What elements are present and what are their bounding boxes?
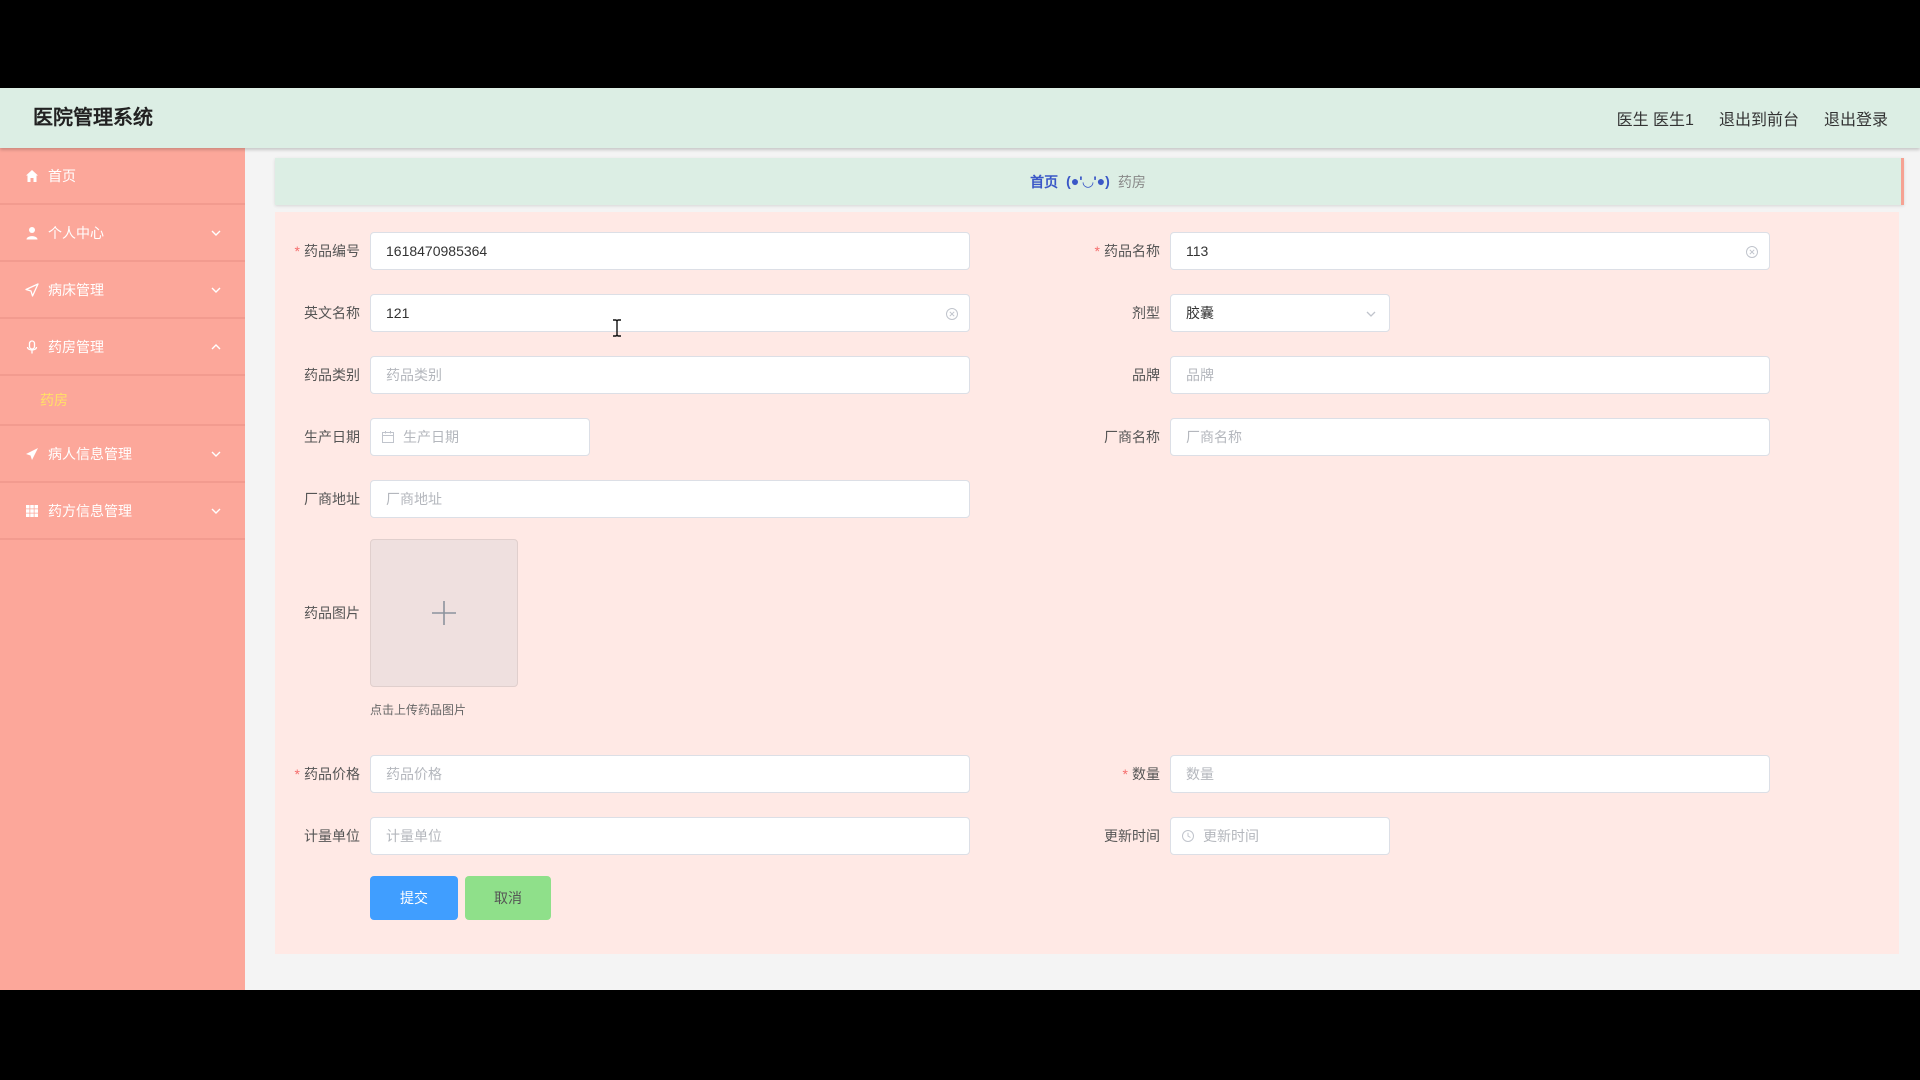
drug-image-label: 药品图片 bbox=[304, 605, 360, 621]
sidebar-item-label: 病床管理 bbox=[48, 281, 104, 298]
production-date-field: 生产日期 生产日期 bbox=[275, 418, 975, 456]
drug-code-field: * 药品编号 1618470985364 bbox=[275, 232, 975, 270]
unit-field: 计量单位 计量单位 bbox=[275, 817, 975, 855]
manufacturer-name-input[interactable]: 厂商名称 bbox=[1170, 418, 1770, 456]
send-icon bbox=[24, 282, 40, 298]
logout-link[interactable]: 退出登录 bbox=[1824, 106, 1888, 130]
manufacturer-address-input[interactable]: 厂商地址 bbox=[370, 480, 970, 518]
current-user-label: 医生 医生1 bbox=[1616, 112, 1694, 129]
manufacturer-name-label: 厂商名称 bbox=[1104, 429, 1160, 445]
breadcrumb: 首页 (●'◡'●) 药房 bbox=[275, 158, 1904, 205]
unit-label: 计量单位 bbox=[304, 828, 360, 844]
sidebar-item-label: 药房管理 bbox=[48, 338, 104, 355]
sidebar-item-patient-info[interactable]: 病人信息管理 bbox=[0, 426, 245, 483]
drug-category-label: 药品类别 bbox=[304, 367, 360, 383]
brand-field: 品牌 品牌 bbox=[1075, 356, 1875, 394]
paper-plane-icon bbox=[24, 446, 40, 462]
update-time-picker[interactable]: 更新时间 bbox=[1170, 817, 1390, 855]
top-header: 医院管理系统 医生 医生1 退出到前台 退出登录 bbox=[0, 88, 1920, 148]
calendar-icon bbox=[382, 431, 394, 443]
manufacturer-address-label: 厂商地址 bbox=[304, 491, 360, 507]
sidebar-item-label: 病人信息管理 bbox=[48, 445, 132, 462]
sidebar-item-home[interactable]: 首页 bbox=[0, 148, 245, 205]
main-content: 首页 (●'◡'●) 药房 * 药品编号 1618470985364 * 药品名称 … bbox=[245, 148, 1920, 990]
chevron-down-icon bbox=[1366, 311, 1376, 317]
dosage-form-field: 剂型 胶囊 bbox=[1075, 294, 1875, 332]
chevron-down-icon bbox=[211, 287, 221, 293]
sidebar-item-pharmacy-management[interactable]: 药房管理 bbox=[0, 319, 245, 376]
update-time-field: 更新时间 更新时间 bbox=[1075, 817, 1875, 855]
chevron-down-icon bbox=[211, 230, 221, 236]
chevron-down-icon bbox=[211, 508, 221, 514]
breadcrumb-separator: (●'◡'●) bbox=[1066, 173, 1110, 189]
sidebar-item-label: 首页 bbox=[48, 167, 76, 184]
microphone-icon bbox=[24, 339, 40, 355]
app-title: 医院管理系统 bbox=[33, 107, 153, 129]
drug-code-input[interactable]: 1618470985364 bbox=[370, 232, 970, 270]
drug-price-field: * 药品价格 药品价格 bbox=[275, 755, 975, 793]
drug-price-input[interactable]: 药品价格 bbox=[370, 755, 970, 793]
drug-name-input[interactable]: 113 bbox=[1170, 232, 1770, 270]
top-nav: 医生 医生1 退出到前台 退出登录 bbox=[1617, 88, 1888, 148]
dosage-form-label: 剂型 bbox=[1132, 305, 1160, 321]
cancel-button[interactable]: 取消 bbox=[465, 876, 551, 920]
sidebar-item-personal-center[interactable]: 个人中心 bbox=[0, 205, 245, 262]
sidebar-item-prescription-info[interactable]: 药方信息管理 bbox=[0, 483, 245, 540]
sidebar-item-label: 个人中心 bbox=[48, 224, 104, 241]
clear-icon[interactable] bbox=[945, 307, 959, 321]
production-date-label: 生产日期 bbox=[304, 429, 360, 445]
drug-form: * 药品编号 1618470985364 * 药品名称 113 英文名称 121 剂 bbox=[275, 212, 1899, 954]
update-time-label: 更新时间 bbox=[1104, 828, 1160, 844]
clear-icon[interactable] bbox=[1745, 245, 1759, 259]
drug-price-label: * 药品价格 bbox=[294, 766, 360, 782]
dosage-form-select[interactable]: 胶囊 bbox=[1170, 294, 1390, 332]
text-cursor-icon bbox=[613, 319, 621, 337]
home-icon bbox=[24, 168, 40, 184]
drug-code-label: * 药品编号 bbox=[294, 243, 360, 259]
drug-category-field: 药品类别 药品类别 bbox=[275, 356, 975, 394]
quantity-label: * 数量 bbox=[1122, 766, 1160, 782]
english-name-field: 英文名称 121 bbox=[275, 294, 975, 332]
english-name-label: 英文名称 bbox=[304, 305, 360, 321]
user-icon bbox=[24, 225, 40, 241]
breadcrumb-current: 药房 bbox=[1117, 173, 1146, 190]
production-date-picker[interactable]: 生产日期 bbox=[370, 418, 590, 456]
english-name-input[interactable]: 121 bbox=[370, 294, 970, 332]
drug-name-label: * 药品名称 bbox=[1094, 243, 1160, 259]
quantity-field: * 数量 数量 bbox=[1075, 755, 1875, 793]
upload-tip: 点击上传药品图片 bbox=[370, 703, 467, 717]
drug-image-upload[interactable] bbox=[370, 539, 518, 687]
plus-icon bbox=[432, 601, 456, 625]
manufacturer-name-field: 厂商名称 厂商名称 bbox=[1075, 418, 1875, 456]
chevron-down-icon bbox=[211, 451, 221, 457]
sidebar-item-label: 药方信息管理 bbox=[48, 502, 132, 519]
sidebar-subitem-pharmacy[interactable]: 药房 bbox=[0, 376, 245, 426]
manufacturer-address-field: 厂商地址 厂商地址 bbox=[275, 480, 975, 518]
drug-category-input[interactable]: 药品类别 bbox=[370, 356, 970, 394]
quantity-input[interactable]: 数量 bbox=[1170, 755, 1770, 793]
brand-label: 品牌 bbox=[1132, 367, 1160, 383]
app-window: 医院管理系统 医生 医生1 退出到前台 退出登录 首页 个人中心 病床管理 药房… bbox=[0, 88, 1920, 990]
brand-input[interactable]: 品牌 bbox=[1170, 356, 1770, 394]
exit-to-frontend-link[interactable]: 退出到前台 bbox=[1719, 106, 1799, 130]
sidebar-item-bed-management[interactable]: 病床管理 bbox=[0, 262, 245, 319]
sidebar: 首页 个人中心 病床管理 药房管理 药房 病人信息管理 药方信息管理 bbox=[0, 148, 245, 990]
chevron-up-icon bbox=[211, 343, 221, 349]
clock-icon bbox=[1182, 830, 1194, 842]
submit-button[interactable]: 提交 bbox=[370, 876, 458, 920]
drug-name-field: * 药品名称 113 bbox=[1075, 232, 1875, 270]
unit-input[interactable]: 计量单位 bbox=[370, 817, 970, 855]
grid-icon bbox=[24, 503, 40, 519]
breadcrumb-home[interactable]: 首页 bbox=[1030, 172, 1058, 192]
